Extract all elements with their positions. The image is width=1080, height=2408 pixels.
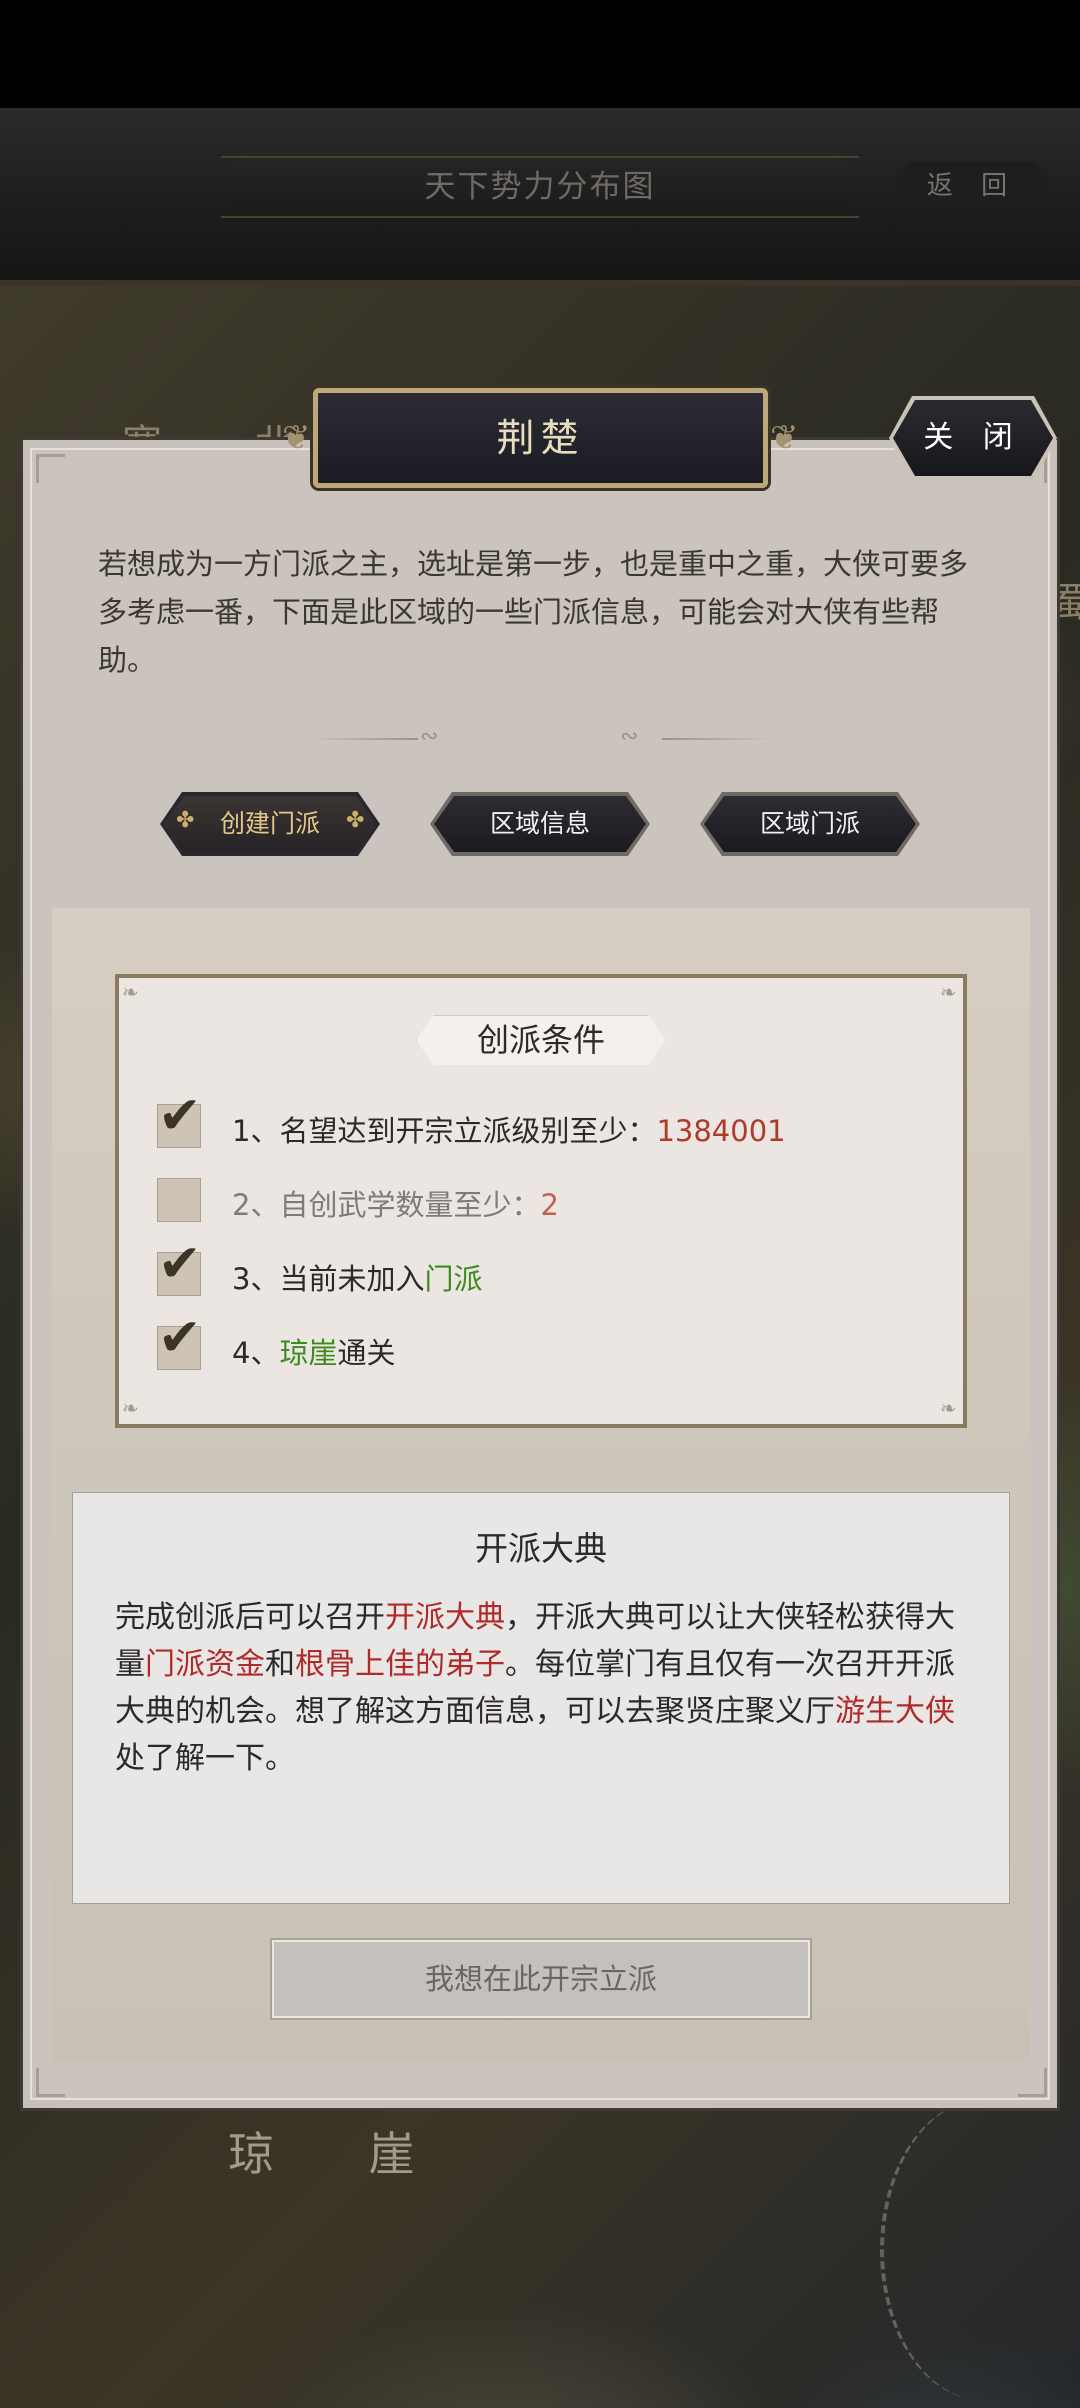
condition-row: 4、琼崖通关: [232, 1330, 395, 1372]
ceremony-highlight: 根骨上佳的弟子: [295, 1647, 505, 1682]
corner-ornament-icon: ❧: [940, 1396, 957, 1420]
ceremony-text: 处了解一下。: [115, 1741, 295, 1776]
corner-ornament-icon: ❧: [122, 1396, 139, 1420]
ceremony-highlight-npc[interactable]: 游生大侠: [835, 1694, 955, 1729]
right-wing-ornament-icon: ❦: [770, 418, 799, 458]
corner-ornament-icon: ❧: [122, 980, 139, 1004]
condition-text: 2、自创武学数量至少：: [232, 1188, 541, 1222]
ceremony-highlight: 开派大典: [385, 1600, 505, 1635]
tab-region-info[interactable]: 区域信息: [434, 796, 646, 852]
ceremony-title: 开派大典: [475, 1529, 607, 1568]
condition-text: 4、: [232, 1336, 280, 1370]
tab-region-sects[interactable]: 区域门派: [704, 796, 916, 852]
condition-row: 3、当前未加入门派: [232, 1256, 482, 1298]
tab-create-sect[interactable]: 创建门派: [164, 796, 376, 852]
ceremony-highlight: 门派资金: [145, 1647, 265, 1682]
map-label-qiongya: 琼 崖: [228, 2127, 455, 2181]
divider-ornament-icon: ∾: [420, 724, 439, 749]
back-button[interactable]: 返 回: [893, 162, 1051, 210]
condition-value: 2: [540, 1188, 559, 1222]
condition-row: 1、名望达到开宗立派级别至少：1384001: [232, 1108, 786, 1150]
condition-text: 通关: [337, 1336, 396, 1370]
tab-ornament-icon: ✤: [346, 808, 365, 833]
condition-text: 3、当前未加入: [232, 1262, 425, 1296]
map-route-line: [880, 2100, 1080, 2400]
condition-value: 1384001: [656, 1114, 786, 1148]
intro-text: 若想成为一方门派之主，选址是第一步，也是重中之重，大侠可要多多考虑一番，下面是此…: [98, 547, 969, 677]
condition-value: 门派: [424, 1262, 483, 1296]
divider-left: [308, 738, 418, 740]
close-button[interactable]: 关 闭: [893, 400, 1053, 476]
found-sect-button[interactable]: 我想在此开宗立派: [272, 1940, 810, 2018]
divider-ornament-icon: ∾: [620, 724, 639, 749]
status-bar: [0, 0, 1080, 108]
checkmark-icon: ✔: [158, 1086, 202, 1146]
condition-row: 2、自创武学数量至少：2: [232, 1182, 559, 1224]
ceremony-description: 完成创派后可以召开开派大典，开派大典可以让大侠轻松获得大量门派资金和根骨上佳的弟…: [115, 1594, 967, 1782]
divider-right: [662, 738, 772, 740]
corner-ornament-icon: ❧: [940, 980, 957, 1004]
corner-ornament-icon: [36, 454, 65, 483]
ceremony-text: 和: [265, 1647, 295, 1682]
page-title: 天下势力分布图: [424, 169, 656, 205]
checkmark-icon: ✔: [158, 1234, 202, 1294]
ceremony-text: 完成创派后可以召开: [115, 1600, 385, 1635]
region-title: 荆楚: [496, 416, 585, 460]
conditions-title: 创派条件: [476, 1021, 605, 1059]
condition-checkbox: [157, 1178, 201, 1222]
condition-value: 琼崖: [279, 1336, 338, 1370]
corner-ornament-icon: [1018, 2068, 1047, 2097]
left-wing-ornament-icon: ❦: [282, 418, 311, 458]
checkmark-icon: ✔: [158, 1308, 202, 1368]
tab-ornament-icon: ✤: [176, 808, 195, 833]
condition-text: 1、名望达到开宗立派级别至少：: [232, 1114, 657, 1148]
corner-ornament-icon: [36, 2068, 65, 2097]
